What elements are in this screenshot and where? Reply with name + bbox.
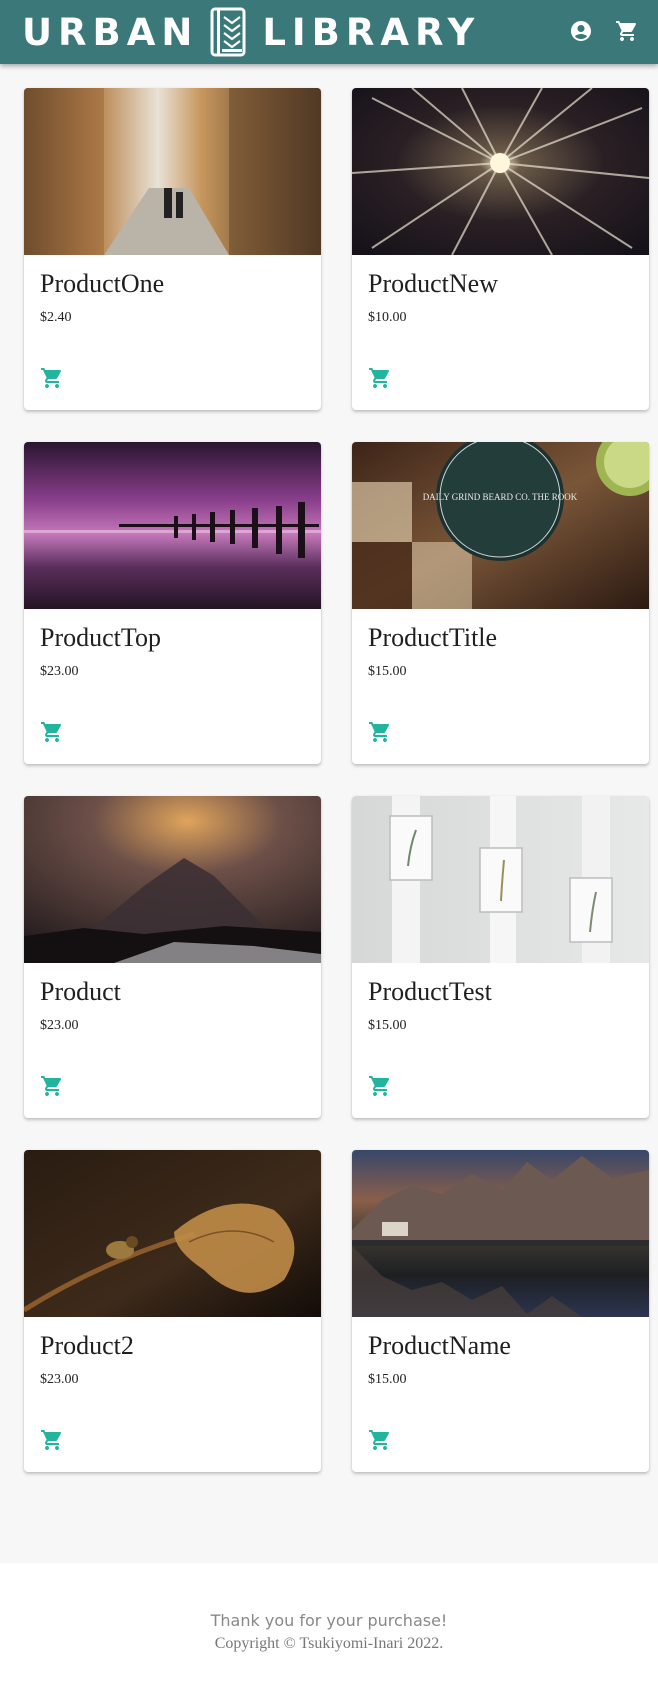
- product-card[interactable]: ProductOne $2.40: [24, 88, 321, 410]
- product-title[interactable]: Product: [40, 976, 121, 1007]
- page-footer: Thank you for your purchase! Copyright ©…: [0, 1563, 658, 1689]
- product-price: $10.00: [368, 310, 407, 325]
- add-to-cart-icon[interactable]: [40, 366, 66, 392]
- brand[interactable]: URBAN LIBRARY: [22, 7, 480, 57]
- add-to-cart-icon[interactable]: [40, 1428, 66, 1454]
- header-actions: [568, 18, 640, 44]
- shopping-cart-icon[interactable]: [614, 18, 640, 44]
- product-image[interactable]: [24, 88, 321, 255]
- add-to-cart-icon[interactable]: [40, 1074, 66, 1100]
- add-to-cart-icon[interactable]: [368, 366, 394, 392]
- book-icon: [210, 7, 246, 57]
- product-image[interactable]: [352, 88, 649, 255]
- product-price: $23.00: [40, 1018, 79, 1033]
- product-price: $23.00: [40, 1372, 79, 1387]
- product-card[interactable]: ProductTest $15.00: [352, 796, 649, 1118]
- product-price: $15.00: [368, 1372, 407, 1387]
- product-title[interactable]: ProductTitle: [368, 622, 497, 653]
- add-to-cart-icon[interactable]: [368, 1074, 394, 1100]
- add-to-cart-icon[interactable]: [368, 1428, 394, 1454]
- product-price: $15.00: [368, 664, 407, 679]
- app-header: URBAN LIBRARY: [0, 0, 658, 64]
- product-title[interactable]: ProductTop: [40, 622, 161, 653]
- product-card[interactable]: ProductName $15.00: [352, 1150, 649, 1472]
- product-image[interactable]: [352, 1150, 649, 1317]
- product-image[interactable]: [24, 796, 321, 963]
- product-title[interactable]: ProductName: [368, 1330, 511, 1361]
- product-image[interactable]: [24, 1150, 321, 1317]
- product-price: $2.40: [40, 310, 72, 325]
- product-card[interactable]: ProductNew $10.00: [352, 88, 649, 410]
- product-title[interactable]: ProductTest: [368, 976, 492, 1007]
- copyright-notice: Copyright © Tsukiyomi-Inari 2022.: [214, 1635, 444, 1652]
- product-title[interactable]: Product2: [40, 1330, 134, 1361]
- add-to-cart-icon[interactable]: [40, 720, 66, 746]
- product-card[interactable]: ProductTop $23.00: [24, 442, 321, 764]
- product-price: $23.00: [40, 664, 79, 679]
- product-image-label: DAILY GRIND BEARD CO. THE ROOK: [423, 492, 578, 502]
- product-image[interactable]: DAILY GRIND BEARD CO. THE ROOK: [352, 442, 649, 609]
- product-title[interactable]: ProductOne: [40, 268, 164, 299]
- product-card[interactable]: Product $23.00: [24, 796, 321, 1118]
- add-to-cart-icon[interactable]: [368, 720, 394, 746]
- product-image[interactable]: [24, 442, 321, 609]
- brand-word-left: URBAN: [22, 10, 199, 54]
- product-title[interactable]: ProductNew: [368, 268, 498, 299]
- account-circle-icon[interactable]: [568, 18, 594, 44]
- product-price: $15.00: [368, 1018, 407, 1033]
- product-card[interactable]: DAILY GRIND BEARD CO. THE ROOK ProductTi…: [352, 442, 649, 764]
- product-image[interactable]: [352, 796, 649, 963]
- thank-you-message: Thank you for your purchase!: [210, 1611, 448, 1630]
- product-card[interactable]: Product2 $23.00: [24, 1150, 321, 1472]
- brand-word-right: LIBRARY: [262, 10, 481, 54]
